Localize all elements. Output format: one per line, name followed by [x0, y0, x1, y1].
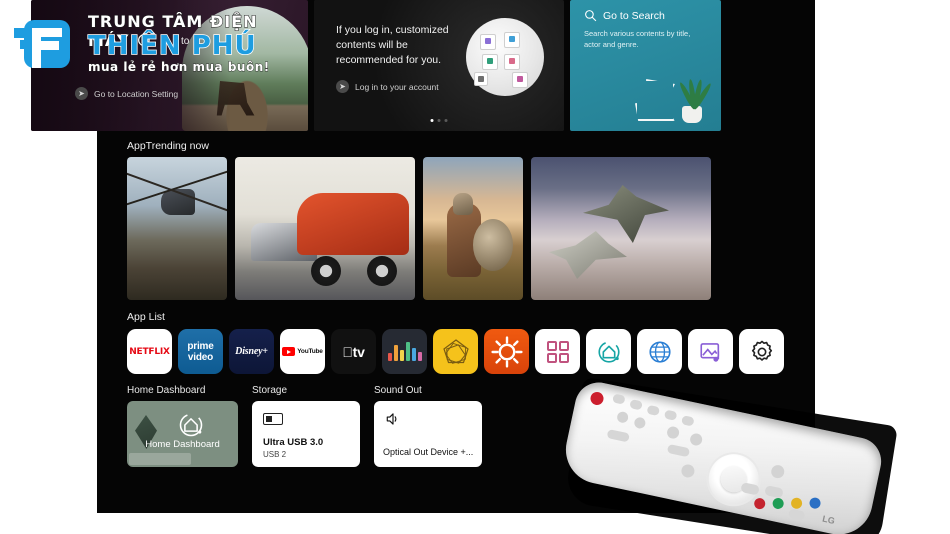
storage-device-port: USB 2: [263, 450, 287, 459]
trending-thumbnail-racing[interactable]: [235, 157, 415, 300]
plant-decoration: [677, 71, 713, 123]
search-banner-title: Go to Search: [603, 9, 665, 22]
pagination-dot-1[interactable]: [430, 119, 434, 122]
pentagon-outline-icon: [442, 338, 469, 364]
app-icon-web-browser[interactable]: [637, 329, 682, 374]
trending-row: [127, 157, 711, 300]
app-icon-all-apps[interactable]: [535, 329, 580, 374]
home-circle-icon: [597, 340, 620, 363]
numeric-button[interactable]: [629, 399, 643, 411]
login-account-cta[interactable]: ➤ Log in to your account: [336, 80, 439, 93]
carousel-pagination[interactable]: [430, 119, 448, 122]
sun-burst-icon: [490, 335, 523, 368]
app-icon-settings[interactable]: [739, 329, 784, 374]
numeric-button[interactable]: [663, 409, 678, 421]
red-button[interactable]: [753, 497, 767, 511]
search-header: Go to Search: [584, 9, 665, 22]
back-button[interactable]: [770, 463, 786, 480]
apple-tv-icon: tv: [342, 343, 365, 360]
banner-card-login[interactable]: If you log in, customized contents will …: [314, 0, 564, 131]
netflix-icon: NETFLIX: [129, 346, 170, 357]
search-icon: [585, 10, 597, 22]
app-icon-home-hub[interactable]: [586, 329, 631, 374]
dashboard-column-storage: Storage Ultra USB 3.0 USB 2: [252, 385, 360, 467]
app-list-row: NETFLIX primevideo Disney+ YouTube tv: [127, 329, 784, 374]
sound-out-label: Sound Out: [374, 385, 422, 396]
arrow-right-circle-icon: ➤: [336, 80, 349, 93]
prime-video-icon: prime video: [187, 340, 214, 363]
input-button[interactable]: [665, 425, 681, 440]
storage-card[interactable]: Ultra USB 3.0 USB 2: [252, 401, 360, 467]
thien-phu-logo-icon: [14, 20, 70, 68]
trending-thumbnail-helicopter[interactable]: [127, 157, 227, 300]
channel-button[interactable]: [689, 432, 704, 447]
storage-device-name: Ultra USB 3.0: [263, 437, 324, 448]
volume-button[interactable]: [633, 416, 647, 430]
dashboard-row: Home Dashboard Home Dashboard Storage Ul…: [127, 385, 482, 467]
app-icon-lg-channels[interactable]: [484, 329, 529, 374]
usb-drive-icon: [263, 413, 283, 425]
sound-out-card[interactable]: Optical Out Device +...: [374, 401, 482, 467]
gear-icon: [751, 340, 772, 361]
yellow-button[interactable]: [790, 496, 804, 510]
youtube-icon: [282, 347, 296, 356]
volume-rocker[interactable]: [606, 429, 630, 443]
trending-section-label: AppTrending now: [127, 140, 209, 152]
table-decoration: [129, 453, 191, 465]
mute-button[interactable]: [616, 410, 630, 424]
storage-label: Storage: [252, 385, 288, 396]
colored-bars-icon: [387, 342, 423, 361]
cube-illustration: [466, 18, 544, 96]
home-dashboard-card-title: Home Dashboard: [145, 439, 220, 450]
speaker-icon: [386, 413, 397, 425]
search-banner-subtitle: Search various contents by title, actor …: [584, 29, 691, 49]
app-icon-youtube[interactable]: YouTube: [280, 329, 325, 374]
globe-icon: [648, 340, 671, 363]
app-icon-prime-video[interactable]: prime video: [178, 329, 223, 374]
numeric-button[interactable]: [646, 404, 661, 417]
app-icon-equalizer-app[interactable]: [382, 329, 427, 374]
numeric-button[interactable]: [612, 393, 626, 405]
app-icon-media-player[interactable]: [688, 329, 733, 374]
search-button[interactable]: [680, 463, 696, 479]
green-button[interactable]: [771, 496, 785, 510]
extra-button[interactable]: [787, 508, 806, 521]
banner-card-search[interactable]: Go to Search Search various contents by …: [570, 0, 721, 131]
chair-outline-decoration: [635, 79, 675, 121]
app-icon-apple-tv[interactable]: tv: [331, 329, 376, 374]
lg-brand-label: LG: [821, 513, 836, 526]
home-dashboard-card[interactable]: Home Dashboard: [127, 401, 238, 467]
home-dashboard-label: Home Dashboard: [127, 385, 206, 396]
sound-out-device-name: Optical Out Device +...: [383, 447, 474, 457]
grid-squares-icon: [546, 340, 569, 363]
app-list-label: App List: [127, 311, 165, 323]
login-banner-title: If you log in, customized contents will …: [336, 24, 449, 66]
home-button[interactable]: [764, 485, 784, 499]
photo-music-icon: [699, 342, 719, 362]
app-icon-disney-plus[interactable]: Disney+: [229, 329, 274, 374]
watermark-overlay: TRUNG TÂM ĐIỆN MÁY ® THIÊN PHÚ mua lẻ rẻ…: [0, 0, 290, 92]
watermark-line-2: THIÊN PHÚ: [87, 30, 257, 62]
app-icon-netflix[interactable]: NETFLIX: [127, 329, 172, 374]
youtube-label: YouTube: [297, 348, 323, 355]
power-button[interactable]: [589, 390, 605, 407]
numeric-button[interactable]: [681, 415, 695, 427]
pagination-dot-2[interactable]: [437, 119, 441, 122]
app-icon-lg-art-gallery[interactable]: [433, 329, 478, 374]
login-cta-label: Log in to your account: [355, 81, 439, 92]
watermark-line-3: mua lẻ rẻ hơn mua buôn!: [88, 60, 270, 75]
channel-rocker[interactable]: [666, 443, 691, 458]
blue-button[interactable]: [808, 496, 822, 510]
trending-thumbnail-jet[interactable]: [531, 157, 711, 300]
lg-magic-remote: LG: [559, 371, 898, 534]
dashboard-column-sound: Sound Out Optical Out Device +...: [374, 385, 482, 467]
pagination-dot-3[interactable]: [444, 119, 448, 122]
trending-thumbnail-gladiator[interactable]: [423, 157, 523, 300]
home-circle-icon: [179, 413, 203, 437]
dashboard-column-home: Home Dashboard Home Dashboard: [127, 385, 238, 467]
disney-plus-icon: Disney+: [235, 346, 268, 357]
